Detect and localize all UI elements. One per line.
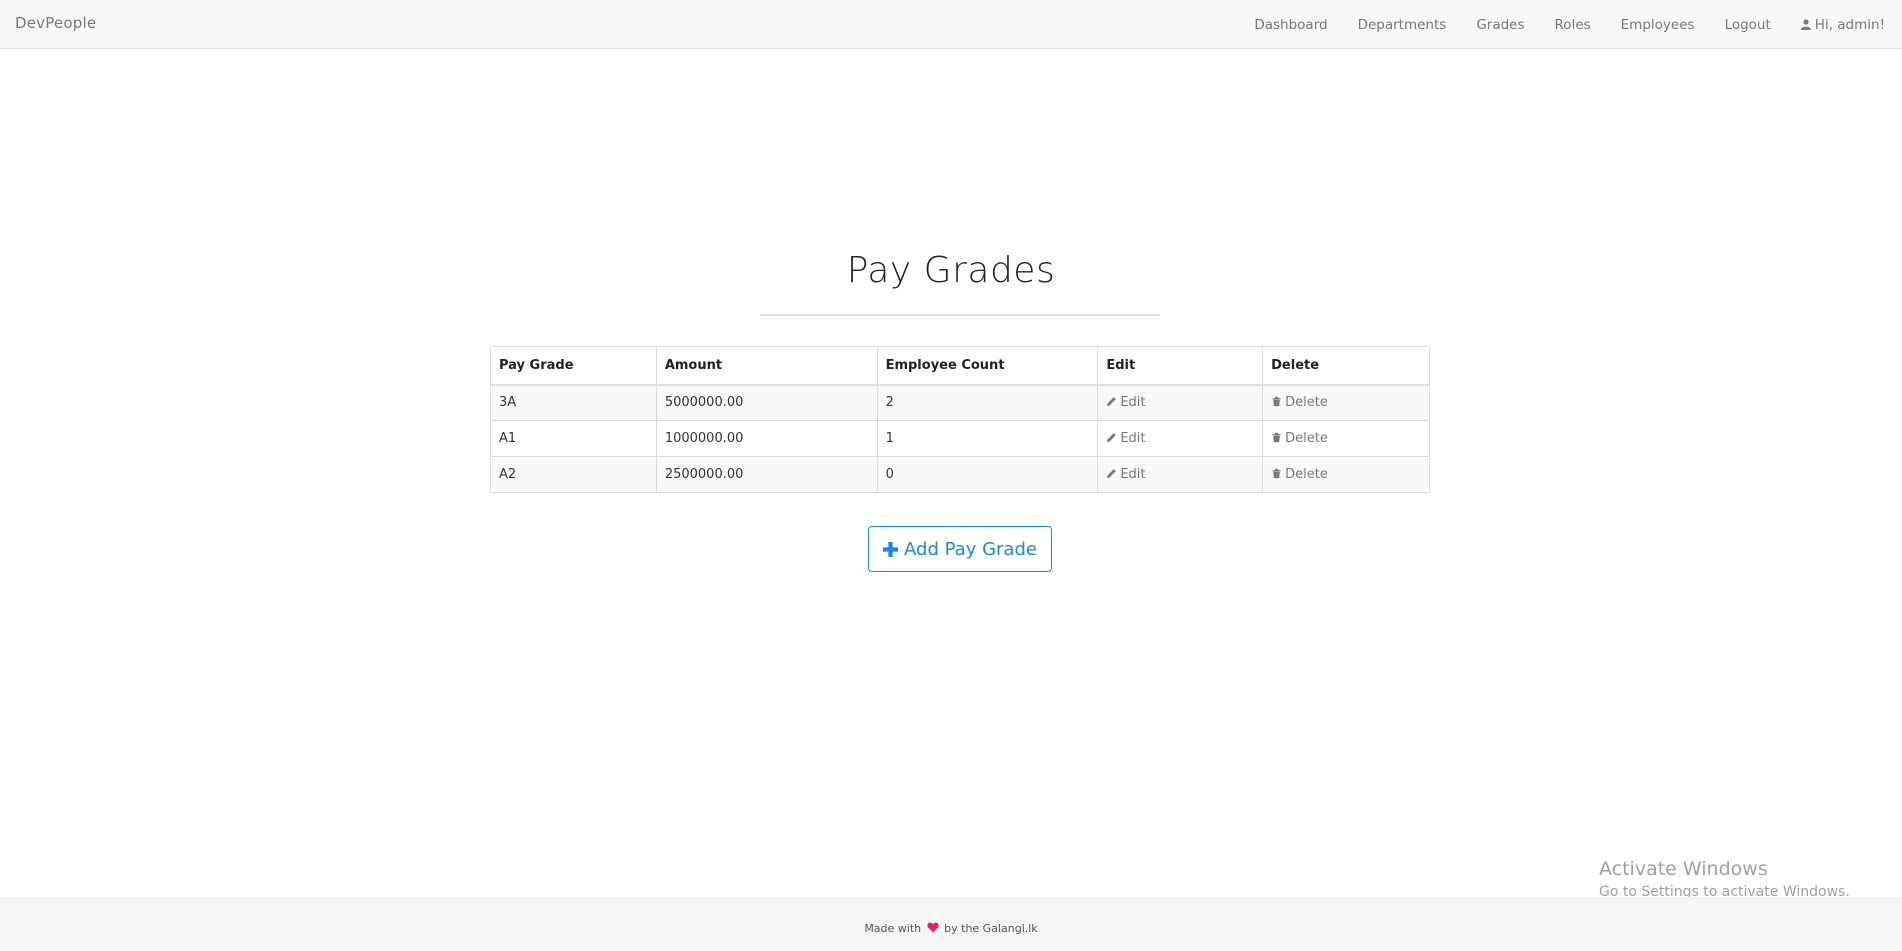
edit-label: Edit (1120, 431, 1146, 446)
nav-links: Dashboard Departments Grades Roles Emplo… (1224, 0, 1885, 49)
user-icon (1800, 18, 1811, 30)
trash-icon (1272, 397, 1281, 407)
trash-icon (1272, 432, 1281, 443)
footer: Made with by the Galangl.lk (0, 897, 1902, 951)
footer-credit: Made with by the Galangl.lk (0, 922, 1902, 935)
delete-label: Delete (1285, 467, 1328, 482)
plus-icon (883, 541, 899, 557)
edit-link[interactable]: Edit (1106, 467, 1146, 482)
header-edit: Edit (1097, 346, 1264, 386)
cell-employee-count: 2 (876, 384, 1099, 421)
table-header-row: Pay Grade Amount Employee Count Edit Del… (490, 346, 1430, 386)
cell-employee-count: 1 (876, 420, 1099, 457)
cell-edit: Edit (1097, 456, 1264, 493)
pencil-icon (1107, 397, 1117, 407)
edit-label: Edit (1120, 395, 1146, 411)
nav-grades[interactable]: Grades (1476, 17, 1524, 33)
cell-employee-count: 0 (876, 456, 1099, 493)
pay-grades-table: Pay Grade Amount Employee Count Edit Del… (490, 346, 1430, 493)
add-pay-grade-button[interactable]: Add Pay Grade (868, 526, 1052, 572)
table-row: A1 1000000.00 1 Edit Delete (490, 420, 1430, 457)
cell-edit: Edit (1097, 420, 1264, 457)
delete-link[interactable]: Delete (1271, 431, 1328, 446)
cell-delete: Delete (1262, 420, 1430, 457)
cell-amount: 5000000.00 (655, 384, 878, 421)
header-amount: Amount (655, 346, 878, 386)
user-greeting: Hi, admin! (1814, 16, 1885, 33)
cell-amount: 2500000.00 (655, 456, 878, 493)
edit-link[interactable]: Edit (1106, 395, 1146, 411)
cell-edit: Edit (1097, 384, 1264, 421)
header-delete: Delete (1262, 346, 1430, 386)
heart-icon (927, 922, 939, 933)
brand-logo[interactable]: DevPeople (15, 14, 96, 32)
nav-roles[interactable]: Roles (1555, 17, 1591, 33)
header-pay-grade: Pay Grade (490, 346, 657, 386)
cell-pay-grade: 3A (490, 384, 657, 421)
delete-link[interactable]: Delete (1271, 395, 1328, 410)
pencil-icon (1107, 469, 1117, 479)
cell-pay-grade: A1 (490, 420, 657, 457)
trash-icon (1272, 468, 1281, 479)
watermark-title: Activate Windows (1599, 858, 1768, 880)
footer-text-before: Made with (864, 922, 922, 935)
nav-employees[interactable]: Employees (1621, 17, 1695, 33)
delete-label: Delete (1285, 431, 1328, 446)
cell-delete: Delete (1262, 456, 1430, 493)
nav-dashboard[interactable]: Dashboard (1254, 17, 1327, 33)
activate-windows-watermark: Activate Windows Go to Settings to activ… (1599, 858, 1850, 900)
add-button-label: Add Pay Grade (904, 538, 1037, 560)
page-title: Pay Grades (846, 250, 1056, 291)
cell-pay-grade: A2 (490, 456, 657, 493)
cell-delete: Delete (1262, 384, 1430, 421)
edit-label: Edit (1120, 467, 1146, 482)
edit-link[interactable]: Edit (1106, 431, 1146, 446)
delete-label: Delete (1285, 395, 1328, 411)
title-divider (760, 314, 1160, 316)
pencil-icon (1107, 433, 1117, 443)
nav-departments[interactable]: Departments (1358, 17, 1447, 33)
top-navbar: DevPeople Dashboard Departments Grades R… (0, 0, 1902, 49)
footer-text-after: by the Galangl.lk (944, 922, 1038, 935)
table-row: 3A 5000000.00 2 Edit Delete (490, 384, 1430, 421)
header-employee-count: Employee Count (876, 346, 1099, 386)
nav-logout[interactable]: Logout (1725, 17, 1771, 33)
nav-user-menu[interactable]: Hi, admin! (1800, 16, 1885, 33)
delete-link[interactable]: Delete (1271, 467, 1328, 482)
table-row: A2 2500000.00 0 Edit Delete (490, 456, 1430, 493)
cell-amount: 1000000.00 (655, 420, 878, 457)
